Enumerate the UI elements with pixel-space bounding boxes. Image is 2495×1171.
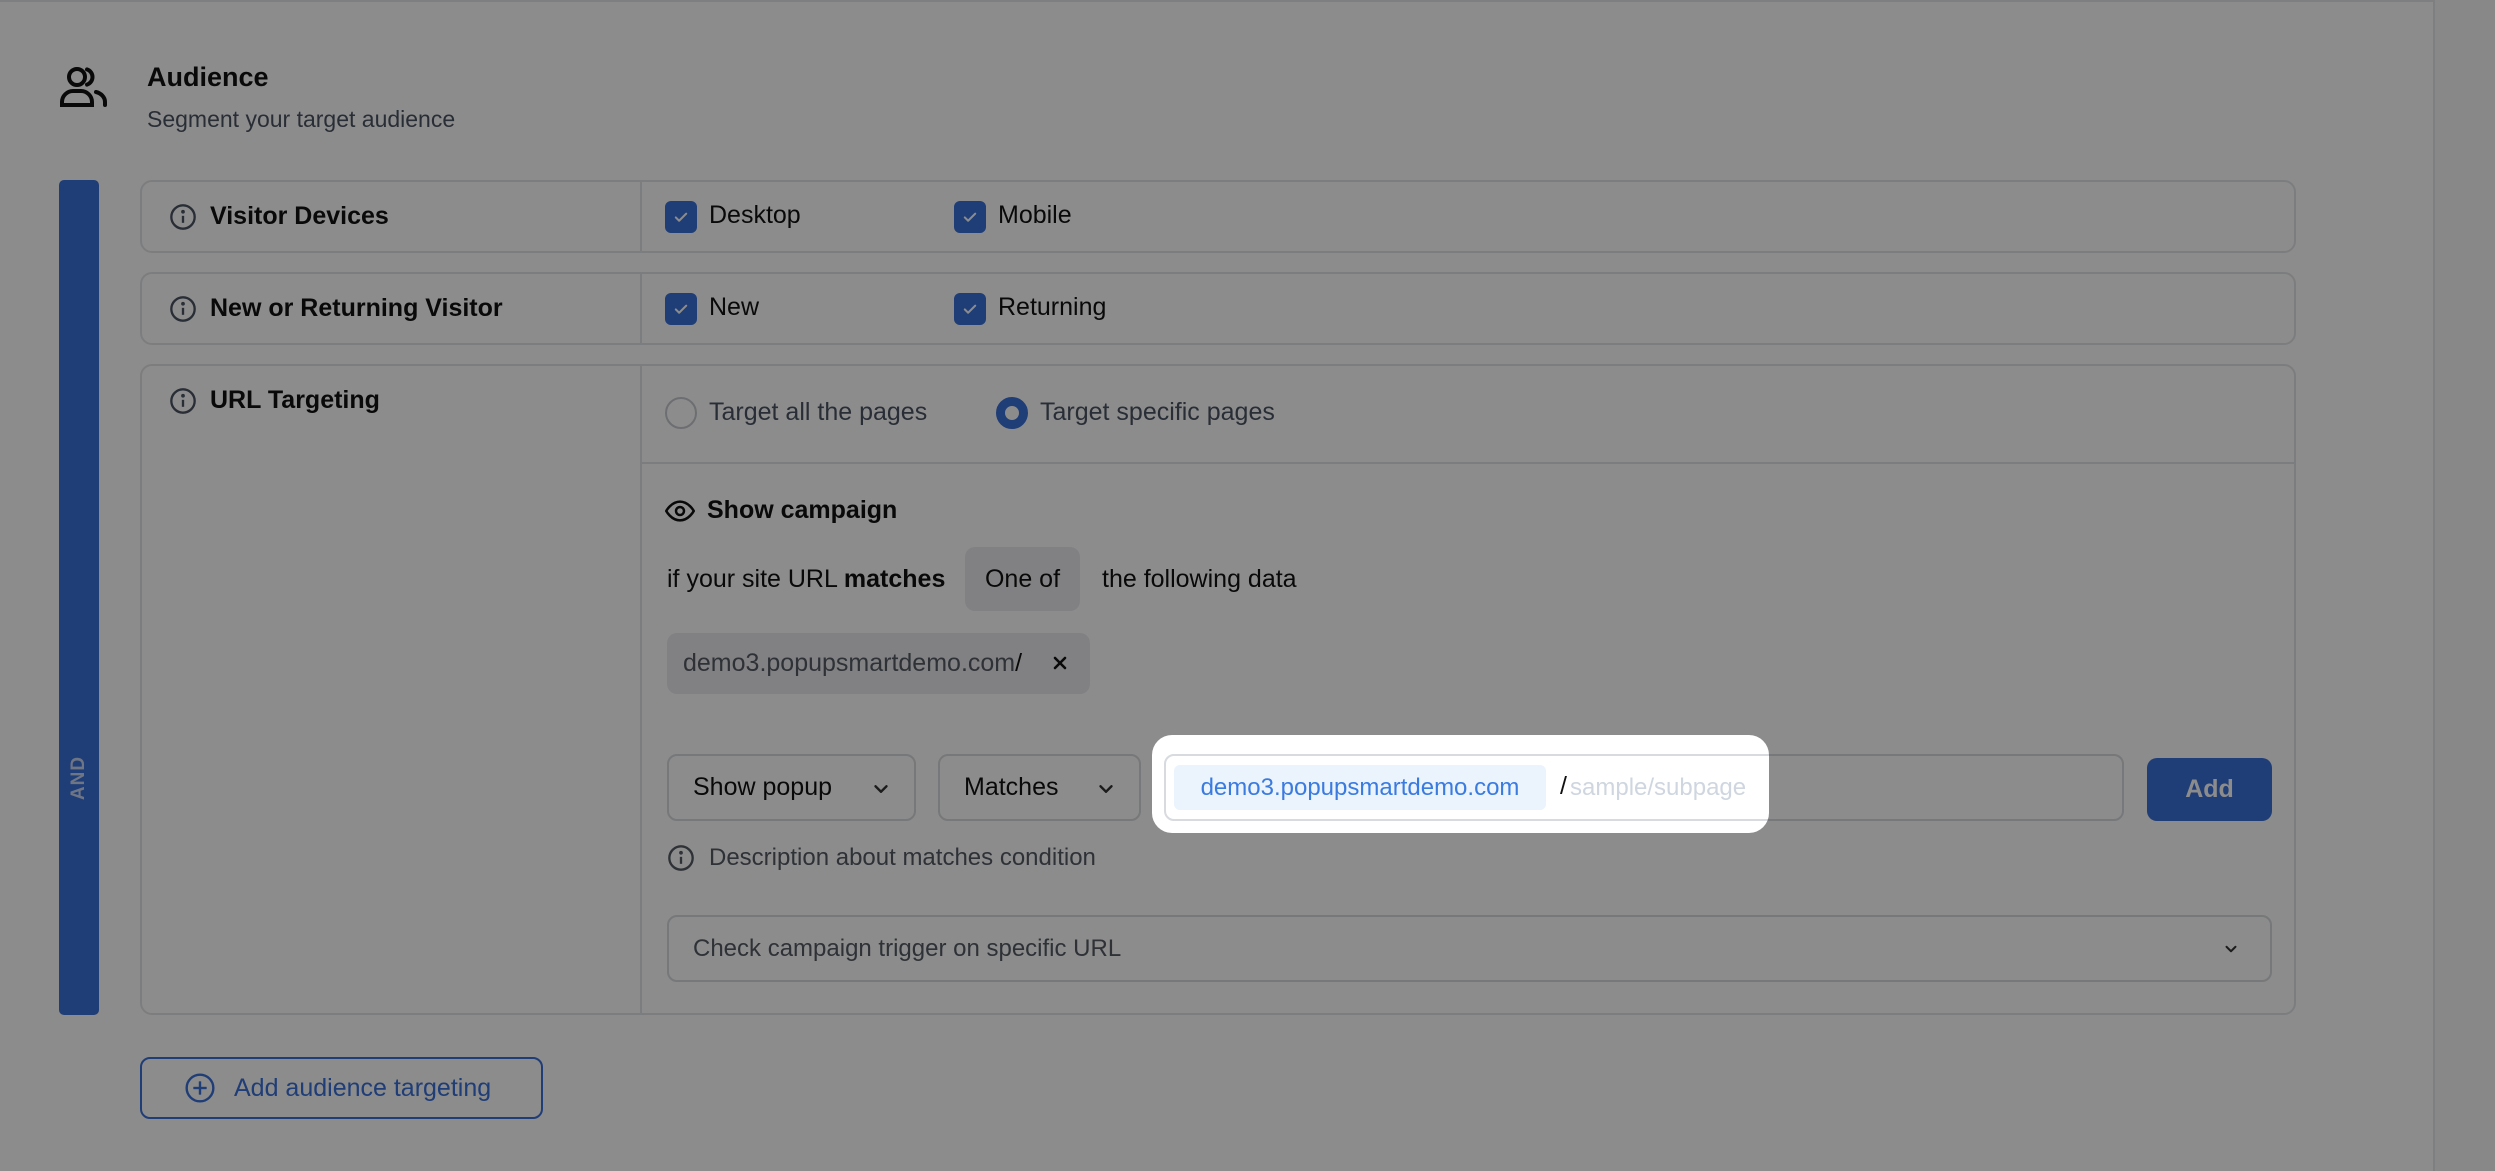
rule-label: New or Returning Visitor — [210, 294, 503, 322]
url-input[interactable]: demo3.popupsmartdemo.com / — [1164, 754, 2124, 821]
and-operator-bar: AND — [59, 180, 99, 1015]
rule-label-cell: New or Returning Visitor — [142, 274, 642, 343]
check-icon — [963, 212, 977, 222]
and-operator-label: AND — [68, 755, 89, 801]
add-audience-targeting-button[interactable]: Add audience targeting — [140, 1057, 543, 1119]
url-path-field[interactable] — [1570, 765, 2110, 810]
info-icon[interactable] — [169, 203, 197, 231]
section-title: Audience — [147, 62, 269, 92]
radio-target-all-pages-label[interactable]: Target all the pages — [709, 398, 927, 427]
checkbox-mobile[interactable] — [954, 201, 986, 233]
radio-target-all-pages[interactable] — [665, 397, 697, 429]
action-select[interactable]: Show popup — [667, 754, 916, 821]
audience-page: Audience Segment your target audience AN… — [0, 0, 2495, 1171]
chevron-down-icon — [874, 785, 888, 793]
trigger-check-select-value: Check campaign trigger on specific URL — [693, 934, 1122, 962]
url-chip: demo3.popupsmartdemo.com / — [667, 633, 1090, 694]
check-icon — [963, 304, 977, 314]
condition-keyword: matches — [843, 565, 946, 593]
divider — [642, 462, 2294, 464]
rule-label: URL Targeting — [210, 386, 380, 414]
plus-circle-icon — [185, 1073, 215, 1103]
condition-prefix: if your site URL matches — [667, 565, 945, 594]
url-domain-prefix: demo3.popupsmartdemo.com — [1174, 765, 1546, 810]
url-chip-domain: demo3.popupsmartdemo.com — [683, 649, 1016, 677]
condition-suffix: the following data — [1102, 565, 1297, 593]
radio-target-specific-pages[interactable] — [996, 397, 1028, 429]
url-separator: / — [1560, 772, 1567, 800]
show-campaign-heading: Show campaign — [665, 496, 897, 525]
rule-url-targeting: URL Targeting Target all the pages Targe… — [140, 364, 2296, 1015]
match-type-select[interactable]: Matches — [938, 754, 1141, 821]
chevron-down-icon — [2225, 945, 2237, 953]
condition-prefix-text: if your site URL — [667, 565, 844, 593]
info-icon — [668, 845, 694, 871]
rule-label: Visitor Devices — [210, 202, 389, 230]
check-icon — [674, 304, 688, 314]
add-audience-targeting-label: Add audience targeting — [234, 1073, 492, 1102]
checkbox-desktop[interactable] — [665, 201, 697, 233]
action-select-value: Show popup — [693, 773, 833, 801]
checkbox-mobile-label[interactable]: Mobile — [998, 201, 1072, 230]
section-subtitle: Segment your target audience — [147, 106, 456, 132]
rule-label-cell: Visitor Devices — [142, 182, 642, 251]
match-description: Description about matches condition — [667, 844, 1096, 872]
rule-label-cell: URL Targeting — [142, 366, 642, 1013]
rule-visitor-devices: Visitor Devices Desktop Mobile — [140, 180, 2296, 253]
top-border — [0, 0, 2495, 2]
check-icon — [674, 212, 688, 222]
match-description-text: Description about matches condition — [709, 844, 1096, 871]
checkbox-desktop-label[interactable]: Desktop — [709, 201, 801, 230]
checkbox-returning-label[interactable]: Returning — [998, 293, 1106, 322]
right-side-panel — [2433, 0, 2495, 1171]
chevron-down-icon — [1099, 785, 1113, 793]
eye-icon — [665, 499, 695, 522]
checkbox-new[interactable] — [665, 293, 697, 325]
trigger-check-select[interactable]: Check campaign trigger on specific URL — [667, 915, 2272, 982]
show-campaign-label: Show campaign — [707, 496, 898, 524]
close-icon[interactable] — [1048, 651, 1072, 675]
info-icon[interactable] — [169, 295, 197, 323]
url-chip-path: / — [1015, 649, 1023, 677]
match-type-select-value: Matches — [964, 773, 1059, 801]
checkbox-returning[interactable] — [954, 293, 986, 325]
radio-target-specific-pages-label[interactable]: Target specific pages — [1040, 398, 1275, 427]
match-operator-select[interactable]: One of — [965, 547, 1080, 611]
info-icon[interactable] — [169, 387, 197, 415]
rule-new-or-returning: New or Returning Visitor New Returning — [140, 272, 2296, 345]
users-icon — [60, 67, 107, 107]
checkbox-new-label[interactable]: New — [709, 293, 759, 322]
add-url-button[interactable]: Add — [2147, 758, 2272, 821]
